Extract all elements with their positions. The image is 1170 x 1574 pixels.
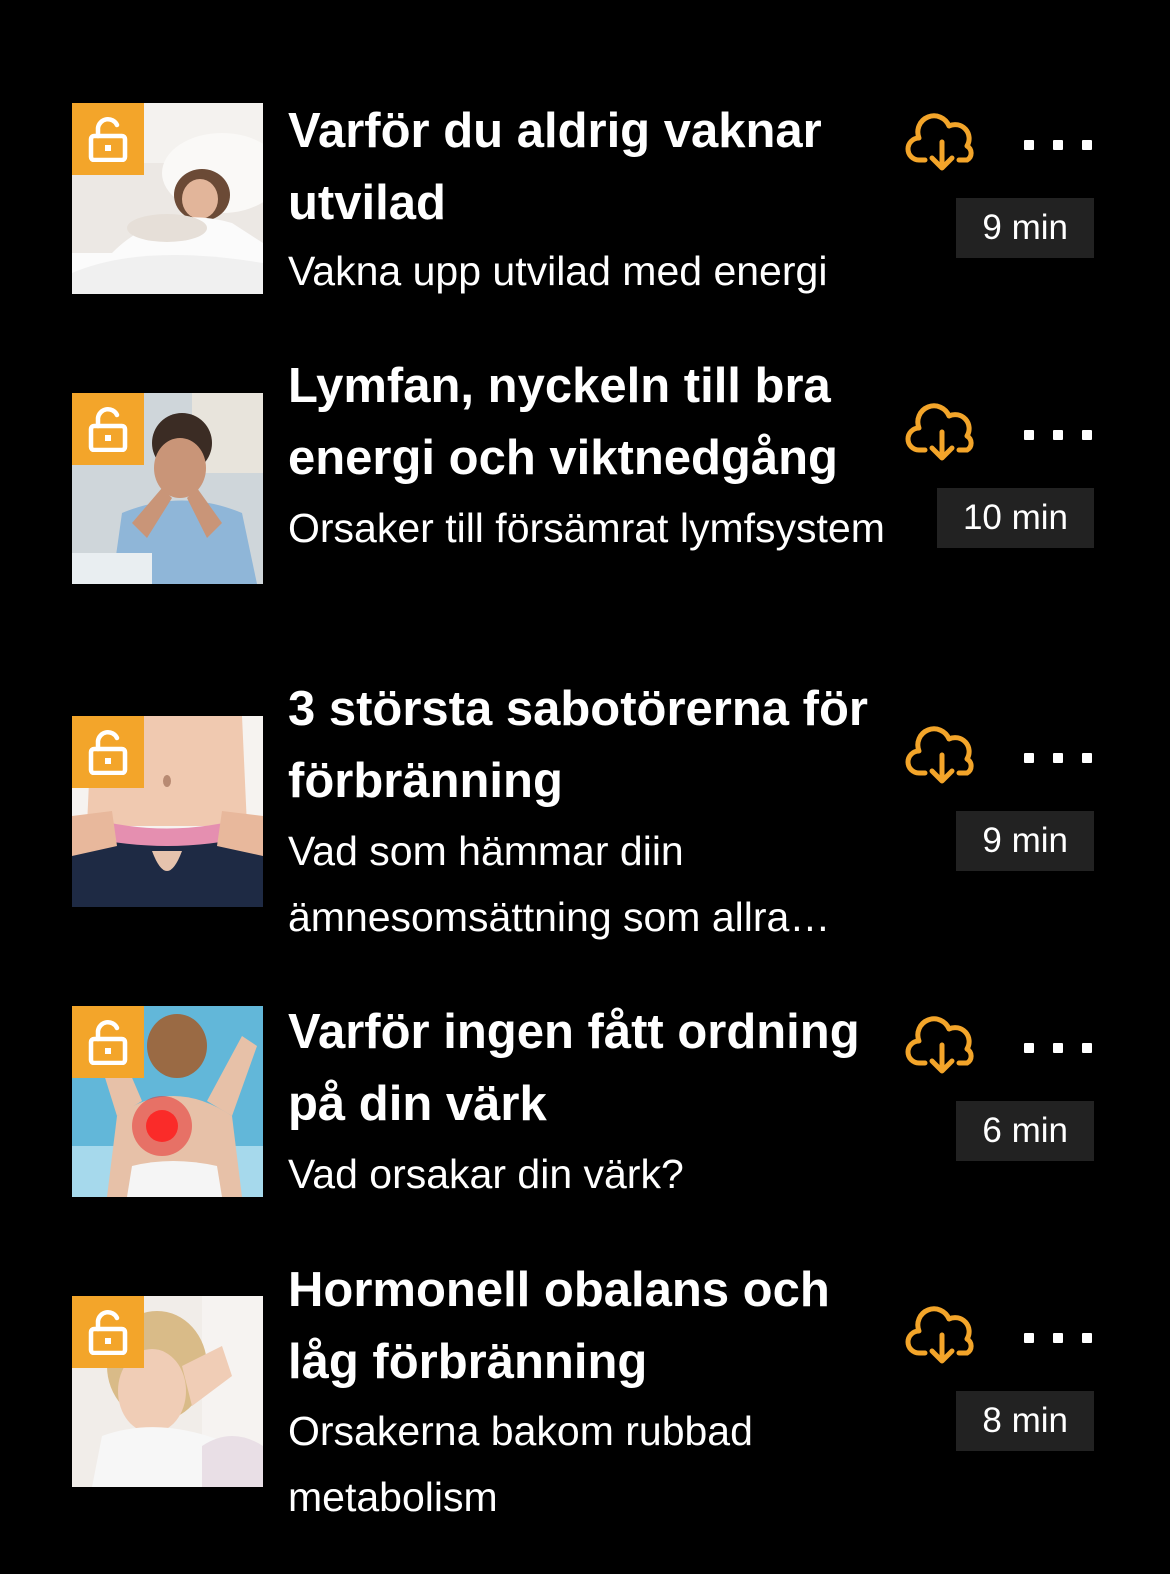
episode-thumbnail[interactable]: [72, 1006, 263, 1197]
unlocked-padlock-icon: [72, 103, 144, 175]
cloud-download-icon[interactable]: [905, 725, 979, 789]
episode-thumbnail[interactable]: [72, 393, 263, 584]
episode-thumbnail[interactable]: [72, 1296, 263, 1487]
more-options-icon[interactable]: [1024, 422, 1092, 448]
episode-subtitle: Vad som hämmar diin ämnesomsättning som …: [288, 828, 790, 940]
more-options-icon[interactable]: [1024, 1325, 1092, 1351]
unlocked-padlock-icon: [72, 716, 144, 788]
cloud-download-icon[interactable]: [905, 1305, 979, 1369]
episode-thumbnail[interactable]: [72, 716, 263, 907]
episode-subtitle: Vakna upp utvilad med energi: [288, 248, 828, 294]
more-options-icon[interactable]: [1024, 132, 1092, 158]
episode-subtitle: Vad orsakar din värk?: [288, 1151, 684, 1197]
episode-title[interactable]: Varför ingen fått ordning på din värk: [288, 996, 888, 1140]
episode-thumbnail[interactable]: [72, 103, 263, 294]
duration-badge: 8 min: [956, 1391, 1094, 1451]
duration-badge: 10 min: [936, 488, 1094, 548]
episode-subtitle: Orsaker till försämrat lymfsystem: [288, 505, 885, 551]
duration-badge: 9 min: [956, 198, 1094, 258]
episode-title[interactable]: Varför du aldrig vaknar utvilad: [288, 95, 888, 239]
episode-subtitle: Orsakerna bakom rubbad metabolism: [288, 1408, 753, 1520]
duration-badge: 9 min: [956, 811, 1094, 871]
episode-title[interactable]: 3 största sabotörerna för förbränning: [288, 673, 888, 817]
cloud-download-icon[interactable]: [905, 402, 979, 466]
unlocked-padlock-icon: [72, 393, 144, 465]
more-options-icon[interactable]: [1024, 745, 1092, 771]
cloud-download-icon[interactable]: [905, 1015, 979, 1079]
more-options-icon[interactable]: [1024, 1035, 1092, 1061]
unlocked-padlock-icon: [72, 1296, 144, 1368]
cloud-download-icon[interactable]: [905, 112, 979, 176]
unlocked-padlock-icon: [72, 1006, 144, 1078]
episode-title[interactable]: Hormonell obalans och låg förbränning: [288, 1254, 888, 1398]
duration-badge: 6 min: [956, 1101, 1094, 1161]
episode-title[interactable]: Lymfan, nyckeln till bra energi och vikt…: [288, 350, 888, 494]
